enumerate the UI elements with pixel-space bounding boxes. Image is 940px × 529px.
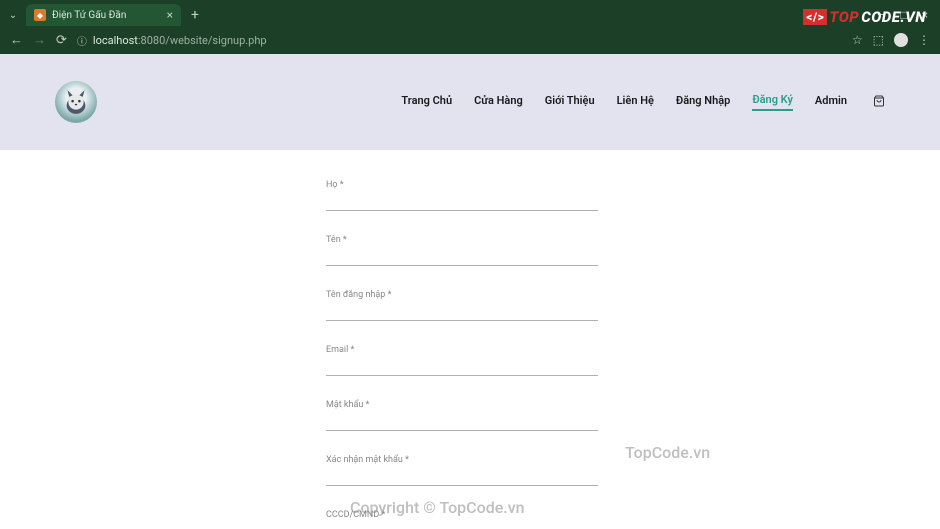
browser-tab[interactable]: ◆ Điện Tử Gấu Đần × (26, 4, 181, 26)
input-password[interactable] (326, 415, 598, 431)
forward-button[interactable]: → (33, 32, 46, 48)
favicon-icon: ◆ (34, 9, 46, 21)
field-lastname: Họ * (326, 180, 598, 211)
reload-button[interactable]: ⟳ (56, 33, 67, 48)
input-lastname[interactable] (326, 195, 598, 211)
site-logo[interactable] (55, 81, 97, 123)
watermark-logo: </> TOPCODE.VN (803, 8, 926, 26)
field-confirm-password: Xác nhận mật khẩu * (326, 455, 598, 486)
page-viewport: Trang Chủ Cửa Hàng Giới Thiệu Liên Hệ Đă… (0, 54, 940, 529)
input-id-number[interactable] (326, 525, 598, 529)
tab-strip: ⌄ ◆ Điện Tử Gấu Đần × + — □ × (0, 0, 940, 26)
field-password: Mật khẩu * (326, 400, 598, 431)
url-host: localhost (93, 34, 138, 47)
site-header: Trang Chủ Cửa Hàng Giới Thiệu Liên Hệ Đă… (0, 54, 940, 150)
input-firstname[interactable] (326, 250, 598, 266)
site-info-icon[interactable]: ⓘ (77, 33, 87, 48)
toolbar: ← → ⟳ ⓘ localhost:8080/website/signup.ph… (0, 26, 940, 54)
field-email: Email * (326, 345, 598, 376)
label-password: Mật khẩu * (326, 400, 598, 410)
cart-icon[interactable] (873, 95, 885, 110)
extensions-icon[interactable]: ⬚ (873, 33, 884, 47)
nav-about[interactable]: Giới Thiệu (545, 94, 595, 110)
url-port: :8080 (138, 34, 165, 47)
tab-search-icon[interactable]: ⌄ (4, 6, 22, 24)
label-username: Tên đăng nhập * (326, 290, 598, 300)
watermark-text-1: TopCode.vn (625, 443, 710, 462)
label-firstname: Tên * (326, 235, 598, 245)
back-button[interactable]: ← (10, 32, 23, 48)
nav-signup[interactable]: Đăng Ký (752, 93, 793, 111)
profile-avatar[interactable] (894, 33, 908, 47)
input-email[interactable] (326, 360, 598, 376)
label-confirm-password: Xác nhận mật khẩu * (326, 455, 598, 465)
watermark-text-2: Copyright © TopCode.vn (350, 498, 525, 517)
nav-contact[interactable]: Liên Hệ (617, 94, 654, 110)
husky-icon (59, 85, 93, 119)
address-bar[interactable]: ⓘ localhost:8080/website/signup.php (77, 33, 842, 48)
field-username: Tên đăng nhập * (326, 290, 598, 321)
nav-shop[interactable]: Cửa Hàng (474, 94, 523, 110)
main-nav: Trang Chủ Cửa Hàng Giới Thiệu Liên Hệ Đă… (401, 93, 885, 111)
tab-close-icon[interactable]: × (167, 8, 173, 22)
input-confirm-password[interactable] (326, 470, 598, 486)
tab-title: Điện Tử Gấu Đần (52, 10, 161, 21)
new-tab-button[interactable]: + (191, 7, 199, 23)
nav-login[interactable]: Đăng Nhập (676, 94, 730, 110)
field-firstname: Tên * (326, 235, 598, 266)
label-lastname: Họ * (326, 180, 598, 190)
url-path: /website/signup.php (165, 34, 266, 47)
signup-form: Họ * Tên * Tên đăng nhập * Email * Mật k… (326, 180, 598, 529)
input-username[interactable] (326, 305, 598, 321)
bookmark-icon[interactable]: ☆ (852, 33, 863, 47)
browser-chrome: ⌄ ◆ Điện Tử Gấu Đần × + — □ × ← → ⟳ ⓘ lo… (0, 0, 940, 54)
nav-home[interactable]: Trang Chủ (401, 94, 452, 110)
nav-admin[interactable]: Admin (815, 94, 847, 110)
watermark-badge-icon: </> (803, 9, 827, 25)
label-email: Email * (326, 345, 598, 355)
browser-menu-icon[interactable]: ⋮ (918, 33, 930, 47)
